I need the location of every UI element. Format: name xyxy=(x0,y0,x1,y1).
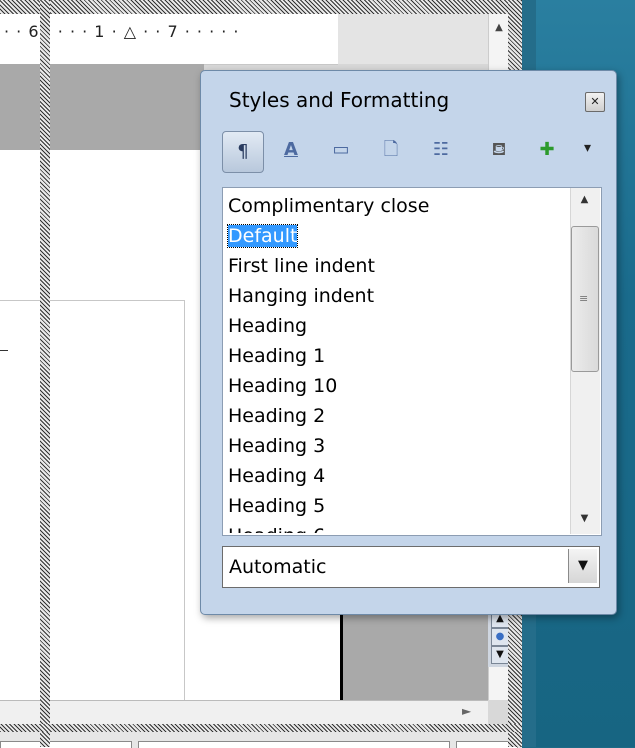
document-background xyxy=(340,600,488,700)
character-styles-icon[interactable]: A xyxy=(276,133,306,167)
scroll-down-button[interactable]: ▼ xyxy=(570,513,599,524)
document-horizontal-scrollbar[interactable] xyxy=(0,700,488,725)
list-item[interactable]: Heading 6 xyxy=(228,523,325,533)
scroll-right-button[interactable]: ► xyxy=(462,704,471,718)
fill-format-mode-icon[interactable]: ⛾ xyxy=(484,133,514,167)
ruler-gray-area xyxy=(338,14,488,64)
list-item[interactable]: Heading 2 xyxy=(228,403,325,429)
page-margin-guide xyxy=(0,300,185,301)
close-button[interactable]: ✕ xyxy=(585,92,605,112)
chevron-down-icon[interactable]: ▾ xyxy=(584,140,591,156)
navigator-button[interactable]: ● xyxy=(491,628,509,646)
page-edge xyxy=(340,600,343,700)
text-cursor-mark xyxy=(0,350,8,351)
scroll-up-button[interactable]: ▲ xyxy=(492,22,506,40)
list-item[interactable]: Complimentary close xyxy=(228,193,429,219)
paragraph-styles-icon[interactable]: ¶ xyxy=(222,131,264,173)
list-item[interactable]: Hanging indent xyxy=(228,283,374,309)
list-item[interactable]: Heading 5 xyxy=(228,493,325,519)
next-page-button[interactable]: ▼ xyxy=(491,646,509,664)
panel-title: Styles and Formatting xyxy=(229,88,450,112)
list-item[interactable]: Heading xyxy=(228,313,307,339)
list-item[interactable]: Heading 4 xyxy=(228,463,325,489)
dock-splitter-bottom[interactable] xyxy=(0,724,522,732)
page-margin-guide xyxy=(184,300,185,700)
list-item-selected[interactable]: Default xyxy=(226,223,299,249)
chevron-down-icon[interactable]: ▼ xyxy=(568,549,597,583)
list-item[interactable]: Heading 10 xyxy=(228,373,337,399)
grip-icon: ≡ xyxy=(579,292,589,305)
new-style-from-selection-icon[interactable]: ✚ xyxy=(532,133,562,167)
scroll-up-button[interactable]: ▲ xyxy=(570,194,599,205)
list-item[interactable]: First line indent xyxy=(228,253,375,279)
dock-splitter-left[interactable] xyxy=(40,0,50,747)
list-item[interactable]: Heading 3 xyxy=(228,433,325,459)
list-item[interactable]: Heading 1 xyxy=(228,343,325,369)
dock-splitter-top[interactable] xyxy=(0,0,522,14)
document-background xyxy=(0,64,204,150)
frame-styles-icon[interactable]: ▭ xyxy=(326,133,356,167)
list-styles-icon[interactable]: ☷ xyxy=(426,133,456,167)
style-filter-value: Automatic xyxy=(229,556,327,578)
page-styles-icon[interactable]: 🗋 xyxy=(376,133,406,167)
